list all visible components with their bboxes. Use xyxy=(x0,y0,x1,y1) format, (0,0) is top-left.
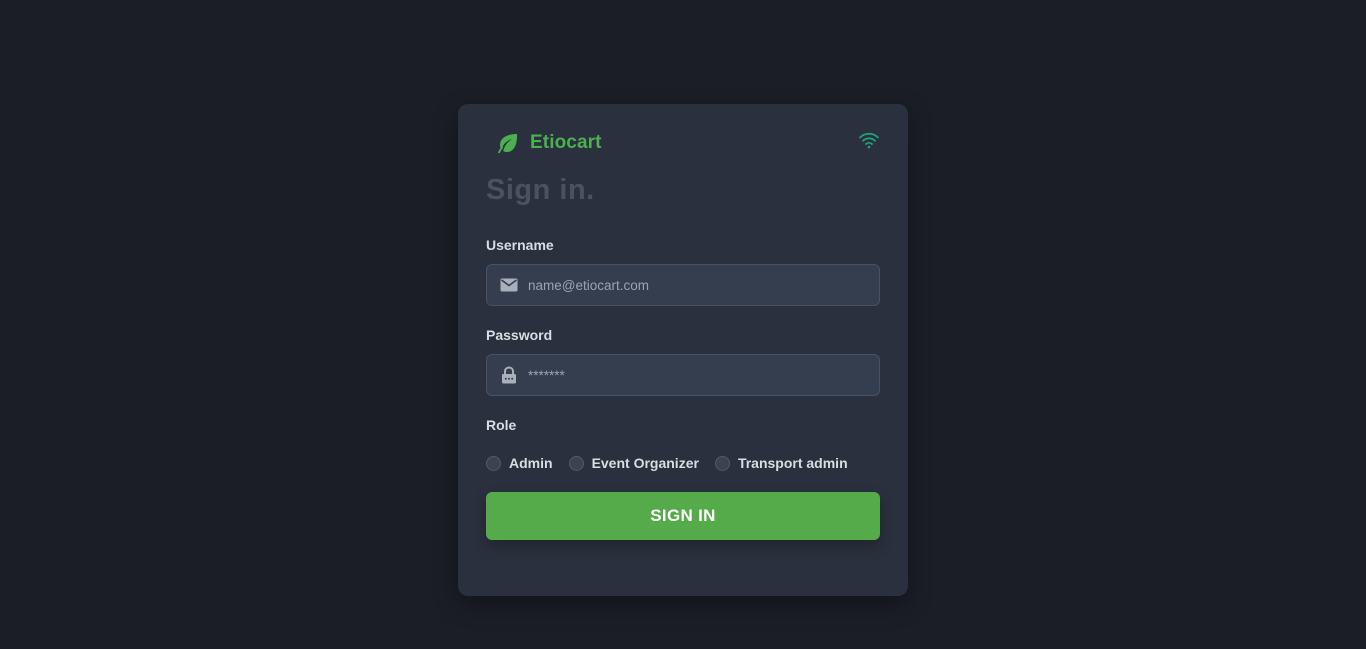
radio-button[interactable] xyxy=(568,455,584,471)
password-input[interactable] xyxy=(528,367,858,383)
login-page: Etiocart Sign in. Username Password xyxy=(0,0,1366,649)
role-option-transport-admin[interactable]: Transport admin xyxy=(714,455,848,471)
username-input[interactable] xyxy=(528,277,858,293)
password-field[interactable] xyxy=(486,354,880,396)
leaf-icon xyxy=(496,131,520,155)
lock-icon xyxy=(499,365,519,385)
role-option-label: Event Organizer xyxy=(591,455,699,471)
radio-button[interactable] xyxy=(486,455,501,471)
role-option-admin[interactable]: Admin xyxy=(486,455,553,471)
role-option-label: Admin xyxy=(509,455,553,471)
username-field[interactable] xyxy=(486,264,880,306)
wifi-icon xyxy=(858,130,880,150)
brand[interactable]: Etiocart xyxy=(496,131,602,155)
radio-button[interactable] xyxy=(714,455,730,471)
brand-name: Etiocart xyxy=(530,132,602,153)
role-option-label: Transport admin xyxy=(737,455,848,471)
login-card: Etiocart Sign in. Username Password xyxy=(458,104,908,596)
role-option-event-organizer[interactable]: Event Organizer xyxy=(568,455,699,471)
sign-in-button[interactable]: SIGN IN xyxy=(486,492,880,540)
role-radio-group: Admin Event Organizer Transport admin xyxy=(486,455,864,471)
envelope-icon xyxy=(499,275,519,295)
page-title: Sign in. xyxy=(486,174,595,206)
username-label: Username xyxy=(486,237,554,253)
password-label: Password xyxy=(486,327,553,343)
role-label: Role xyxy=(486,417,517,433)
